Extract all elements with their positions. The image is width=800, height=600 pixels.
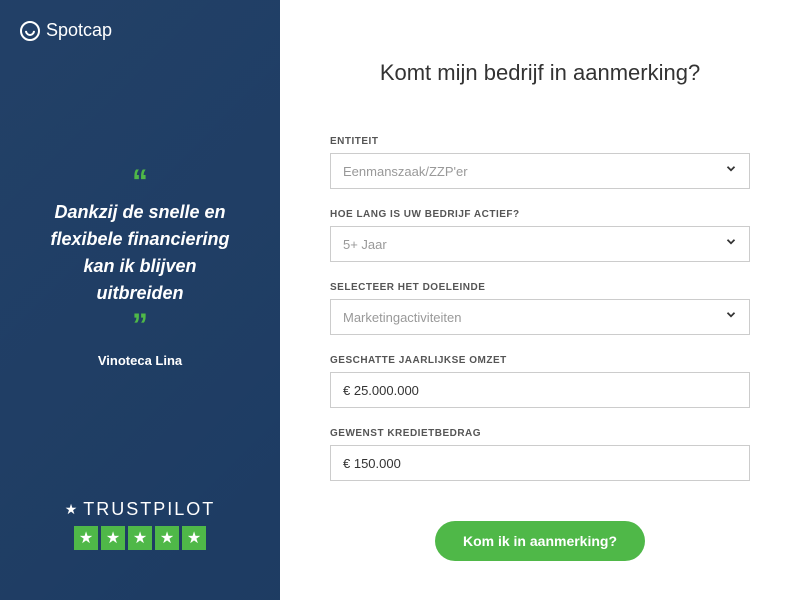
star-icon: ★ [74, 526, 98, 550]
spotcap-icon [20, 21, 40, 41]
star-icon: ★ [182, 526, 206, 550]
amount-label: GEWENST KREDIETBEDRAG [330, 428, 750, 439]
trustpilot-label: TRUSTPILOT [83, 499, 215, 520]
duration-label: HOE LANG IS UW BEDRIJF ACTIEF? [330, 209, 750, 220]
duration-select[interactable]: 5+ Jaar [330, 226, 750, 262]
trustpilot-stars: ★ ★ ★ ★ ★ [20, 526, 260, 550]
purpose-label: SELECTEER HET DOELEINDE [330, 282, 750, 293]
star-icon: ★ [101, 526, 125, 550]
revenue-input[interactable] [330, 372, 750, 408]
testimonial: “ Dankzij de snelle en flexibele financi… [20, 41, 260, 499]
quote-close-icon: ” [132, 317, 148, 333]
form-title: Komt mijn bedrijf in aanmerking? [330, 60, 750, 86]
submit-button[interactable]: Kom ik in aanmerking? [435, 521, 645, 561]
left-panel: Spotcap “ Dankzij de snelle en flexibele… [0, 0, 280, 600]
form-panel: Komt mijn bedrijf in aanmerking? ENTITEI… [280, 0, 800, 600]
trustpilot-star-icon: ★ [65, 501, 80, 518]
brand-logo: Spotcap [20, 20, 260, 41]
testimonial-quote: Dankzij de snelle en flexibele financier… [40, 199, 240, 307]
testimonial-attribution: Vinoteca Lina [98, 353, 182, 368]
revenue-label: GESCHATTE JAARLIJKSE OMZET [330, 355, 750, 366]
brand-name: Spotcap [46, 20, 112, 41]
entity-label: ENTITEIT [330, 136, 750, 147]
star-icon: ★ [155, 526, 179, 550]
trustpilot-logo: ★ TRUSTPILOT [20, 499, 260, 520]
amount-input[interactable] [330, 445, 750, 481]
entity-select[interactable]: Eenmanszaak/ZZP'er [330, 153, 750, 189]
quote-open-icon: “ [132, 173, 148, 189]
purpose-select[interactable]: Marketingactiviteiten [330, 299, 750, 335]
trustpilot-badge: ★ TRUSTPILOT ★ ★ ★ ★ ★ [20, 499, 260, 580]
star-icon: ★ [128, 526, 152, 550]
